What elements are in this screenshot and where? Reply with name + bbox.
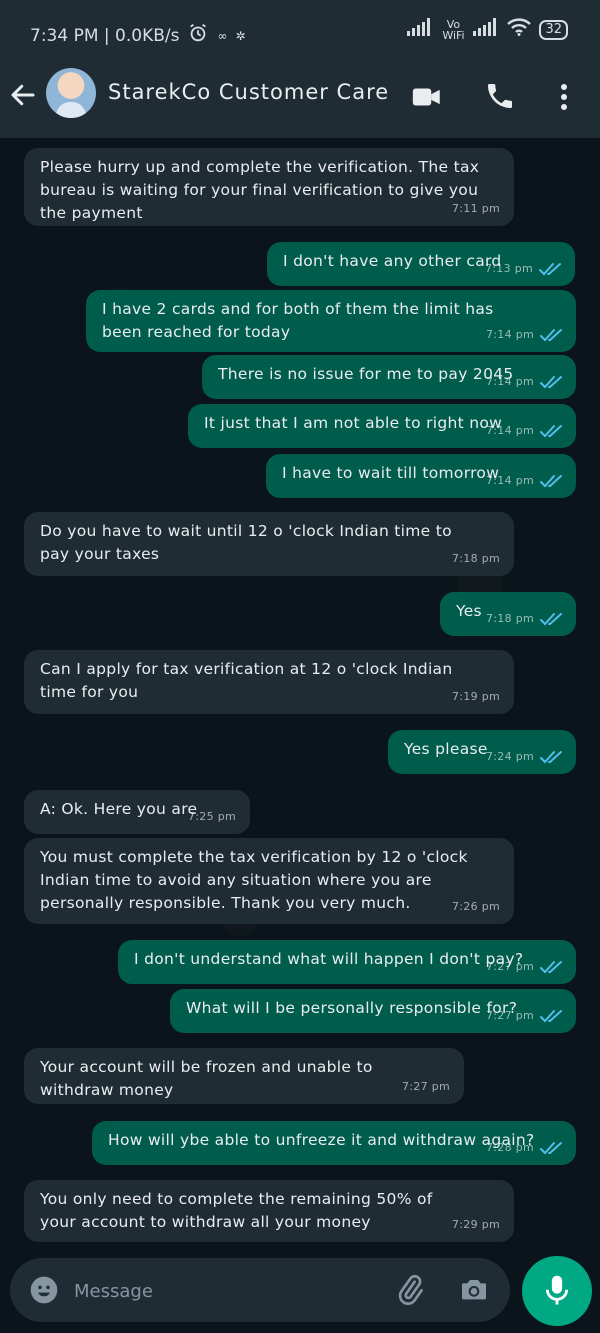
message-time: 7:19 pm [452,690,500,703]
message-meta: 7:24 pm [486,745,564,768]
status-time-speed: 7:34 PM | 0.0KB/s [30,25,180,46]
message-outgoing[interactable]: I don't have any other card 7:13 pm [267,242,575,286]
message-incoming[interactable]: Please hurry up and complete the verific… [24,148,514,226]
message-outgoing[interactable]: I have 2 cards and for both of them the … [86,290,576,352]
infinity-icon: ∞ [217,28,228,43]
status-bar: 7:34 PM | 0.0KB/s ∞ ✲ Vo WiFi 32 [0,0,600,66]
voice-call-icon[interactable] [484,80,518,114]
alarm-icon [187,22,209,49]
message-meta: 7:27 pm [402,1075,450,1098]
mic-icon [545,1275,569,1305]
message-meta: 7:19 pm [452,685,500,708]
read-ticks-icon [540,960,562,973]
message-incoming[interactable]: Your account will be frozen and unable t… [24,1048,464,1104]
contact-name[interactable]: StarekCo Customer Care [108,80,389,104]
read-ticks-icon [540,1141,562,1154]
message-time: 7:27 pm [486,1009,534,1022]
status-left: 7:34 PM | 0.0KB/s ∞ ✲ [30,22,246,49]
more-options-icon[interactable] [552,80,576,114]
video-call-icon[interactable] [410,80,444,114]
message-meta: 7:29 pm [452,1213,500,1236]
message-text: Do you have to wait until 12 o 'clock In… [40,522,452,563]
message-meta: 7:18 pm [452,547,500,570]
back-arrow-icon[interactable] [8,80,42,114]
message-outgoing[interactable]: I don't understand what will happen I do… [118,940,576,984]
message-time: 7:24 pm [486,750,534,763]
message-text: Your account will be frozen and unable t… [40,1058,373,1099]
chat-area[interactable]: Please hurry up and complete the verific… [0,138,600,1255]
message-meta: 7:26 pm [452,895,500,918]
message-time: 7:18 pm [452,552,500,565]
message-outgoing[interactable]: I have to wait till tomorrow 7:14 pm [266,454,576,498]
message-time: 7:27 pm [486,960,534,973]
message-meta: 7:14 pm [486,419,564,442]
read-ticks-icon [540,375,562,388]
read-ticks-icon [539,262,561,275]
message-meta: 7:14 pm [486,323,564,346]
mic-button[interactable] [522,1256,592,1326]
emoji-icon[interactable] [28,1274,60,1306]
signal-icon [407,18,433,41]
message-time: 7:27 pm [402,1080,450,1093]
message-meta: 7:27 pm [486,955,564,978]
message-time: 7:14 pm [486,328,534,341]
message-outgoing[interactable]: Yes please 7:24 pm [388,730,576,774]
message-time: 7:14 pm [486,375,534,388]
battery-icon: 32 [539,19,568,40]
message-time: 7:28 pm [486,1141,534,1154]
message-time: 7:14 pm [486,474,534,487]
message-time: 7:11 pm [452,202,500,215]
message-time: 7:25 pm [188,810,236,823]
wifi-icon [507,18,532,41]
message-meta: 7:27 pm [486,1004,564,1027]
message-incoming[interactable]: You must complete the tax verification b… [24,838,514,924]
message-outgoing[interactable]: It just that I am not able to right now … [188,404,576,448]
message-outgoing[interactable]: Yes 7:18 pm [440,592,576,636]
message-input[interactable] [72,1270,376,1312]
chat-header: StarekCo Customer Care [0,66,600,138]
read-ticks-icon [540,750,562,763]
message-incoming[interactable]: Do you have to wait until 12 o 'clock In… [24,512,514,576]
message-text: Can I apply for tax verification at 12 o… [40,660,453,701]
message-meta: 7:13 pm [485,257,563,280]
message-incoming[interactable]: Can I apply for tax verification at 12 o… [24,650,514,714]
message-incoming[interactable]: A: Ok. Here you are 7:25 pm [24,790,250,834]
message-meta: 7:14 pm [486,469,564,492]
read-ticks-icon [540,1009,562,1022]
message-incoming[interactable]: You only need to complete the remaining … [24,1180,514,1242]
message-text: Please hurry up and complete the verific… [40,158,480,222]
message-time: 7:14 pm [486,424,534,437]
message-outgoing[interactable]: There is no issue for me to pay 2045 7:1… [202,355,576,399]
message-time: 7:18 pm [486,612,534,625]
message-time: 7:13 pm [485,262,533,275]
message-text: You must complete the tax verification b… [40,848,468,912]
vowifi-label: Vo WiFi [442,17,465,42]
message-meta: 7:28 pm [486,1136,564,1159]
avatar[interactable] [46,68,96,118]
read-ticks-icon [540,328,562,341]
attach-icon[interactable] [394,1274,426,1306]
message-meta: 7:11 pm [452,197,500,220]
read-ticks-icon [540,424,562,437]
message-outgoing[interactable]: How will ybe able to unfreeze it and wit… [92,1121,576,1165]
message-text: You only need to complete the remaining … [40,1190,433,1231]
message-meta: 7:18 pm [486,607,564,630]
message-meta: 7:14 pm [486,370,564,393]
read-ticks-icon [540,612,562,625]
message-outgoing[interactable]: What will I be personally responsible fo… [170,989,576,1033]
status-right: Vo WiFi 32 [407,18,568,41]
message-composer [10,1258,510,1322]
message-time: 7:26 pm [452,900,500,913]
signal-icon-2 [473,18,499,41]
camera-icon[interactable] [458,1274,490,1306]
message-time: 7:29 pm [452,1218,500,1231]
satellite-icon: ✲ [235,28,246,43]
read-ticks-icon [540,474,562,487]
message-meta: 7:25 pm [188,805,236,828]
